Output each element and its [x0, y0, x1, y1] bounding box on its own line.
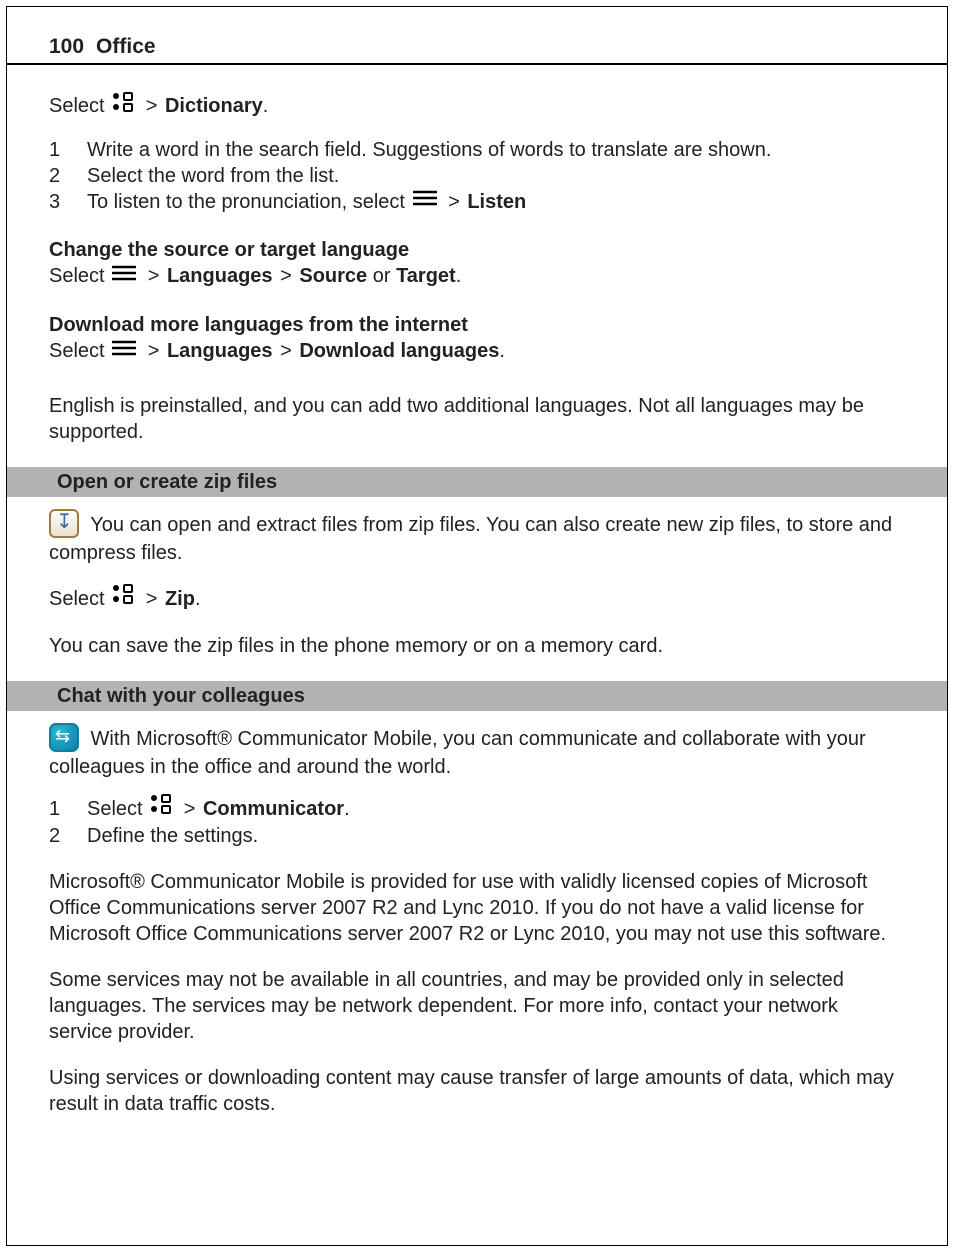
- step-text: Define the settings.: [87, 823, 258, 849]
- text: With Microsoft® Communicator Mobile, you…: [49, 728, 866, 778]
- page: 100 Office Select > Dictionary. Write a …: [6, 6, 948, 1246]
- source-label: Source: [299, 265, 367, 287]
- change-language-line: Select > Languages > Source or Target.: [49, 263, 905, 290]
- change-language-heading: Change the source or target language: [49, 237, 905, 263]
- text-select: Select: [49, 340, 110, 362]
- page-header: 100 Office: [7, 7, 947, 65]
- communicator-label: Communicator: [203, 798, 344, 820]
- text-select: Select: [87, 798, 148, 820]
- data-costs-note: Using services or downloading content ma…: [49, 1065, 905, 1117]
- zip-label: Zip: [165, 588, 195, 610]
- apps-grid-icon: [150, 794, 172, 821]
- chevron-text: >: [280, 340, 297, 362]
- chat-body: With Microsoft® Communicator Mobile, you…: [49, 725, 905, 780]
- download-languages-heading: Download more languages from the interne…: [49, 312, 905, 338]
- dictionary-steps: Write a word in the search field. Sugges…: [49, 137, 905, 216]
- section-heading-zip: Open or create zip files: [7, 467, 947, 497]
- list-item: Write a word in the search field. Sugges…: [49, 137, 905, 163]
- list-item: Select > Communicator.: [49, 796, 905, 823]
- period: .: [499, 340, 505, 362]
- menu-lines-icon: [112, 262, 136, 288]
- chevron-text: >: [146, 588, 163, 610]
- apps-grid-icon: [112, 584, 134, 611]
- listen-label: Listen: [467, 191, 526, 213]
- download-languages-line: Select > Languages > Download languages.: [49, 338, 905, 365]
- or-text: or: [373, 265, 396, 287]
- step-text: Select the word from the list.: [87, 163, 339, 189]
- zip-body: You can open and extract files from zip …: [49, 511, 905, 566]
- list-item: Define the settings.: [49, 823, 905, 849]
- license-note: Microsoft® Communicator Mobile is provid…: [49, 869, 905, 947]
- menu-lines-icon: [112, 337, 136, 363]
- period: .: [456, 265, 462, 287]
- services-note: Some services may not be available in al…: [49, 967, 905, 1045]
- page-content: Select > Dictionary. Write a word in the…: [7, 93, 947, 1117]
- languages-label: Languages: [167, 265, 273, 287]
- step-text: To listen to the pronunciation, select >…: [87, 189, 526, 216]
- text: To listen to the pronunciation, select: [87, 191, 411, 213]
- list-item: To listen to the pronunciation, select >…: [49, 189, 905, 216]
- text-select: Select: [49, 588, 110, 610]
- zip-app-icon: [49, 509, 79, 538]
- list-item: Select the word from the list.: [49, 163, 905, 189]
- zip-note: You can save the zip files in the phone …: [49, 633, 905, 659]
- text-select: Select: [49, 265, 110, 287]
- period: .: [344, 798, 350, 820]
- page-title: Office: [96, 33, 156, 60]
- dictionary-select-line: Select > Dictionary.: [49, 93, 905, 120]
- target-label: Target: [396, 265, 456, 287]
- chevron-text: >: [184, 798, 201, 820]
- zip-select-line: Select > Zip.: [49, 586, 905, 613]
- period: .: [263, 95, 269, 117]
- section-heading-chat: Chat with your colleagues: [7, 681, 947, 711]
- communicator-app-icon: [49, 723, 79, 752]
- page-number: 100: [49, 33, 84, 60]
- menu-lines-icon: [413, 187, 437, 213]
- english-note: English is preinstalled, and you can add…: [49, 393, 905, 445]
- chevron-text: >: [146, 95, 163, 117]
- chevron-text: >: [148, 340, 165, 362]
- dictionary-label: Dictionary: [165, 95, 263, 117]
- languages-label: Languages: [167, 340, 273, 362]
- chevron-text: >: [448, 191, 465, 213]
- step-text: Write a word in the search field. Sugges…: [87, 137, 771, 163]
- download-languages-label: Download languages: [299, 340, 499, 362]
- chevron-text: >: [280, 265, 297, 287]
- text: You can open and extract files from zip …: [49, 513, 892, 563]
- heading-text: Chat with your colleagues: [57, 685, 305, 707]
- chevron-text: >: [148, 265, 165, 287]
- period: .: [195, 588, 201, 610]
- text-select: Select: [49, 95, 110, 117]
- step-text: Select > Communicator.: [87, 796, 350, 823]
- heading-text: Open or create zip files: [57, 471, 277, 493]
- chat-steps: Select > Communicator. Define the settin…: [49, 796, 905, 849]
- apps-grid-icon: [112, 92, 134, 119]
